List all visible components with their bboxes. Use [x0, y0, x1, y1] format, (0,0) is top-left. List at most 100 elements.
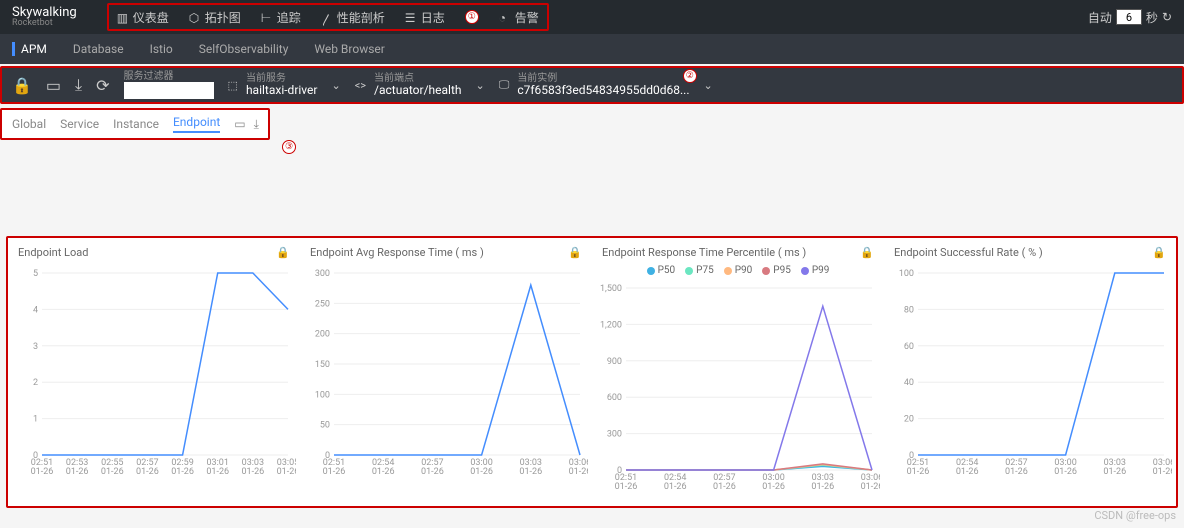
chart-title: Endpoint Avg Response Time ( ms )	[310, 246, 484, 259]
svg-text:300: 300	[315, 269, 330, 279]
reload-icon[interactable]: ↻	[1162, 10, 1172, 24]
svg-text:150: 150	[315, 360, 330, 370]
svg-text:01-26: 01-26	[1054, 467, 1077, 477]
svg-text:01-26: 01-26	[615, 482, 638, 492]
current-endpoint-selector[interactable]: <> 当前端点/actuator/health ⌄	[355, 73, 485, 97]
folder-icon[interactable]: ▭	[234, 117, 245, 132]
svg-text:01-26: 01-26	[171, 467, 194, 477]
svg-text:01-26: 01-26	[1153, 467, 1172, 477]
logo-subtitle: Rocketbot	[12, 19, 77, 28]
monitor-icon: 🖵	[499, 78, 510, 92]
download-icon[interactable]: ⤓	[254, 117, 259, 132]
svg-text:5: 5	[33, 269, 38, 279]
refresh-icon[interactable]: ⟳	[96, 76, 109, 95]
svg-text:1,500: 1,500	[600, 284, 622, 294]
svg-text:01-26: 01-26	[421, 467, 444, 477]
svg-text:01-26: 01-26	[713, 482, 736, 492]
viewtab-endpoint[interactable]: Endpoint	[173, 115, 220, 133]
nav-dashboard[interactable]: ▥仪表盘	[117, 9, 169, 26]
download-icon[interactable]: ⤓	[75, 75, 82, 95]
svg-text:01-26: 01-26	[1005, 467, 1028, 477]
svg-text:01-26: 01-26	[907, 467, 930, 477]
lock-icon[interactable]: 🔒	[12, 76, 32, 95]
svg-text:50: 50	[320, 421, 330, 431]
nav-log[interactable]: ☰日志	[405, 9, 445, 26]
chevron-down-icon[interactable]: ⌄	[331, 79, 340, 92]
badge-3: ③	[282, 140, 296, 154]
chart-avg-response-time: Endpoint Avg Response Time ( ms )🔒 05010…	[304, 242, 588, 502]
chevron-down-icon[interactable]: ⌄	[704, 79, 713, 92]
svg-text:01-26: 01-26	[101, 467, 124, 477]
badge-2: ②	[683, 69, 697, 83]
trace-icon: ⊢	[261, 11, 273, 23]
nav-trace[interactable]: ⊢追踪	[261, 9, 301, 26]
current-instance-selector[interactable]: 🖵 当前实例c7f6583f3ed54834955dd0d68... ② ⌄	[499, 73, 713, 97]
badge-1: ①	[465, 10, 479, 24]
svg-text:600: 600	[607, 393, 622, 403]
viewtab-instance[interactable]: Instance	[113, 117, 159, 131]
cube-icon: ⬚	[228, 79, 238, 92]
chart-title: Endpoint Successful Rate ( % )	[894, 246, 1043, 259]
svg-text:60: 60	[904, 342, 914, 352]
watermark: CSDN @free-ops	[1094, 509, 1176, 522]
chart-successful-rate: Endpoint Successful Rate ( % ) 🔒 02040608…	[888, 242, 1172, 502]
svg-text:250: 250	[315, 299, 330, 309]
svg-text:01-26: 01-26	[136, 467, 159, 477]
nav-topology[interactable]: ⬡拓扑图	[189, 9, 241, 26]
folder-icon[interactable]: ▭	[46, 76, 61, 95]
chart-svg-0: 01234502:5101-2602:5301-2602:5501-2602:5…	[12, 263, 296, 483]
layer-tabs: APM Database Istio SelfObservability Web…	[0, 34, 1184, 64]
viewtab-global[interactable]: Global	[12, 117, 46, 131]
tab-webbrowser[interactable]: Web Browser	[310, 42, 388, 56]
chart-title: Endpoint Load	[18, 246, 88, 259]
current-service-selector[interactable]: ⬚ 当前服务hailtaxi-driver ⌄	[228, 73, 341, 97]
seconds-label: 秒	[1146, 9, 1158, 26]
chart-svg-3: 02040608010002:5101-2602:5401-2602:5701-…	[888, 263, 1172, 483]
auto-label: 自动	[1088, 9, 1112, 26]
svg-text:900: 900	[607, 357, 622, 367]
svg-text:01-26: 01-26	[31, 467, 54, 477]
nav-profile[interactable]: 〳性能剖析	[321, 9, 385, 26]
svg-text:01-26: 01-26	[206, 467, 229, 477]
svg-text:20: 20	[904, 415, 914, 425]
lock-icon[interactable]: 🔒	[1152, 246, 1166, 259]
svg-text:01-26: 01-26	[277, 467, 296, 477]
tab-database[interactable]: Database	[69, 42, 128, 56]
filter-label: 服务过滤器	[124, 71, 214, 82]
svg-text:01-26: 01-26	[519, 467, 542, 477]
charts-panel: ④ Endpoint Load🔒 01234502:5101-2602:5301…	[6, 236, 1178, 508]
svg-text:01-26: 01-26	[956, 467, 979, 477]
top-bar: Skywalking Rocketbot ▥仪表盘 ⬡拓扑图 ⊢追踪 〳性能剖析…	[0, 0, 1184, 34]
svg-text:200: 200	[315, 330, 330, 340]
logo: Skywalking Rocketbot	[12, 6, 77, 28]
svg-text:01-26: 01-26	[811, 482, 834, 492]
svg-text:01-26: 01-26	[241, 467, 264, 477]
chart-svg-1: 05010015020025030002:5101-2602:5401-2602…	[304, 263, 588, 483]
nav-alarm[interactable]: ◔告警	[499, 9, 539, 26]
svg-text:01-26: 01-26	[372, 467, 395, 477]
svg-text:2: 2	[33, 378, 38, 388]
dashboard-icon: ▥	[117, 11, 129, 23]
top-nav: ▥仪表盘 ⬡拓扑图 ⊢追踪 〳性能剖析 ☰日志 ① ◔告警	[107, 3, 549, 31]
lock-icon[interactable]: 🔒	[568, 246, 582, 259]
svg-text:3: 3	[33, 342, 38, 352]
lock-icon[interactable]: 🔒	[276, 246, 290, 259]
refresh-seconds-input[interactable]	[1116, 9, 1142, 25]
auto-refresh: 自动 秒 ↻	[1088, 9, 1172, 26]
tab-selfobservability[interactable]: SelfObservability	[195, 42, 293, 56]
viewtab-tools: ▭ ⤓	[234, 117, 259, 132]
svg-text:4: 4	[33, 305, 38, 315]
svg-text:01-26: 01-26	[664, 482, 687, 492]
tab-apm[interactable]: APM	[12, 42, 51, 56]
svg-text:01-26: 01-26	[470, 467, 493, 477]
viewtab-service[interactable]: Service	[60, 117, 99, 131]
lock-icon[interactable]: 🔒	[860, 246, 874, 259]
view-tabs: Global Service Instance Endpoint ▭ ⤓	[0, 108, 270, 140]
chevron-down-icon[interactable]: ⌄	[475, 79, 484, 92]
topology-icon: ⬡	[189, 11, 201, 23]
tab-istio[interactable]: Istio	[146, 42, 177, 56]
svg-text:100: 100	[899, 269, 914, 279]
chart-endpoint-load: Endpoint Load🔒 01234502:5101-2602:5301-2…	[12, 242, 296, 502]
service-filter-input[interactable]	[124, 82, 214, 99]
svg-text:01-26: 01-26	[569, 467, 588, 477]
